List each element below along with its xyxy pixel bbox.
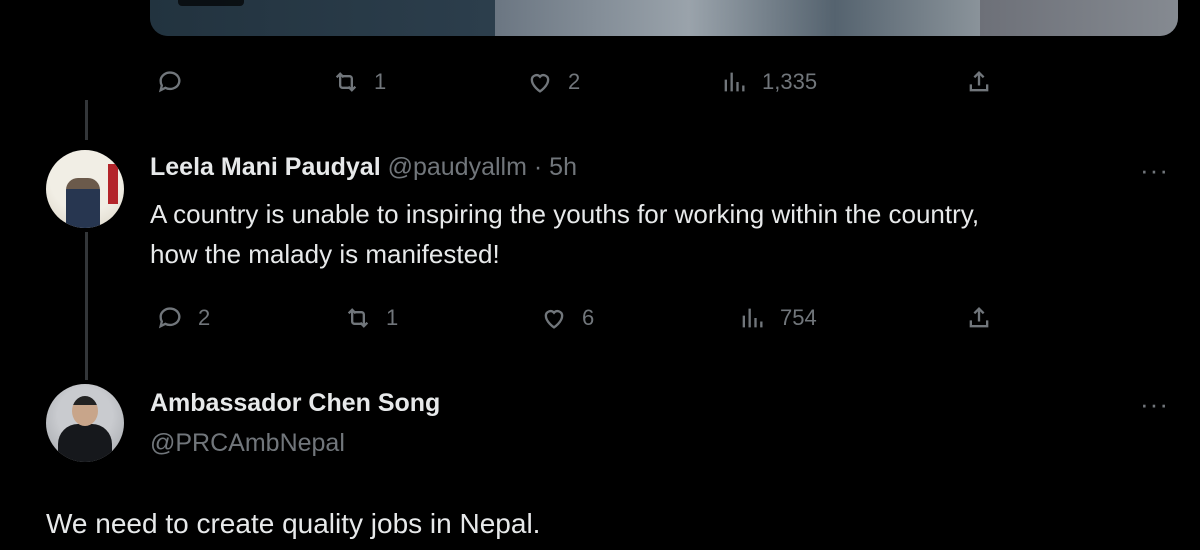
views-count: 1,335 (762, 69, 818, 94)
avatar[interactable] (46, 150, 124, 228)
author-handle[interactable]: @PRCAmbNepal (150, 429, 345, 458)
tweet-time[interactable]: 5h (549, 153, 577, 181)
tweet-text: A country is unable to inspiring the you… (150, 194, 1180, 274)
video-frame-center (495, 0, 980, 36)
share-icon (969, 307, 989, 328)
share-button[interactable] (965, 68, 993, 96)
avatar-flag (108, 164, 118, 204)
views-icon (724, 72, 745, 92)
author-name[interactable]: Ambassador Chen Song (150, 389, 440, 418)
more-icon[interactable]: ··· (1140, 155, 1169, 186)
retweet-button[interactable]: 1 (344, 304, 398, 332)
reply-icon (158, 71, 181, 93)
retweet-icon (335, 72, 357, 92)
tweet-text-line: A country is unable to inspiring the you… (150, 199, 980, 229)
author-name[interactable]: Leela Mani Paudyal (150, 153, 381, 181)
share-button[interactable] (965, 304, 993, 332)
avatar-head (72, 396, 98, 426)
retweet-icon (347, 308, 369, 328)
like-count: 6 (582, 305, 595, 330)
retweet-count: 1 (374, 69, 387, 94)
reply-count: 2 (198, 305, 211, 330)
video-duration-badge (178, 0, 244, 6)
video-thumbnail[interactable] (150, 0, 1178, 36)
like-count: 2 (568, 69, 581, 94)
views-count: 754 (780, 305, 817, 330)
reply-button[interactable]: 2 (156, 304, 210, 332)
tweet-actions: 2 1 6 754 (150, 304, 1190, 334)
views-button[interactable]: 754 (738, 304, 817, 332)
thread-line (85, 232, 88, 380)
avatar[interactable] (46, 384, 124, 462)
like-button[interactable]: 2 (526, 68, 580, 96)
thread-line (85, 100, 88, 140)
avatar-person (66, 178, 100, 228)
separator-dot: · (533, 153, 543, 181)
avatar-body (58, 424, 112, 462)
tweet-text-line: how the malady is manifested! (150, 239, 500, 269)
reply-button[interactable] (156, 68, 198, 96)
author-handle[interactable]: @paudyallm (388, 153, 527, 181)
like-icon (544, 310, 564, 329)
like-icon (530, 74, 550, 93)
reply-icon (158, 307, 181, 329)
like-button[interactable]: 6 (540, 304, 594, 332)
share-icon (969, 71, 989, 92)
retweet-count: 1 (386, 305, 399, 330)
tweet-text: We need to create quality jobs in Nepal. (46, 508, 541, 539)
views-icon (742, 308, 763, 328)
tweet-header: Leela Mani Paudyal @paudyallm · 5h (150, 153, 577, 182)
views-button[interactable]: 1,335 (720, 68, 817, 96)
video-frame-right (980, 0, 1178, 36)
tweet-thread: 1 2 1,335 Leela Mani Paudyal @paudyallm … (0, 0, 1200, 550)
retweet-button[interactable]: 1 (332, 68, 386, 96)
tweet-actions: 1 2 1,335 (150, 68, 1190, 98)
more-icon[interactable]: ··· (1140, 389, 1169, 420)
